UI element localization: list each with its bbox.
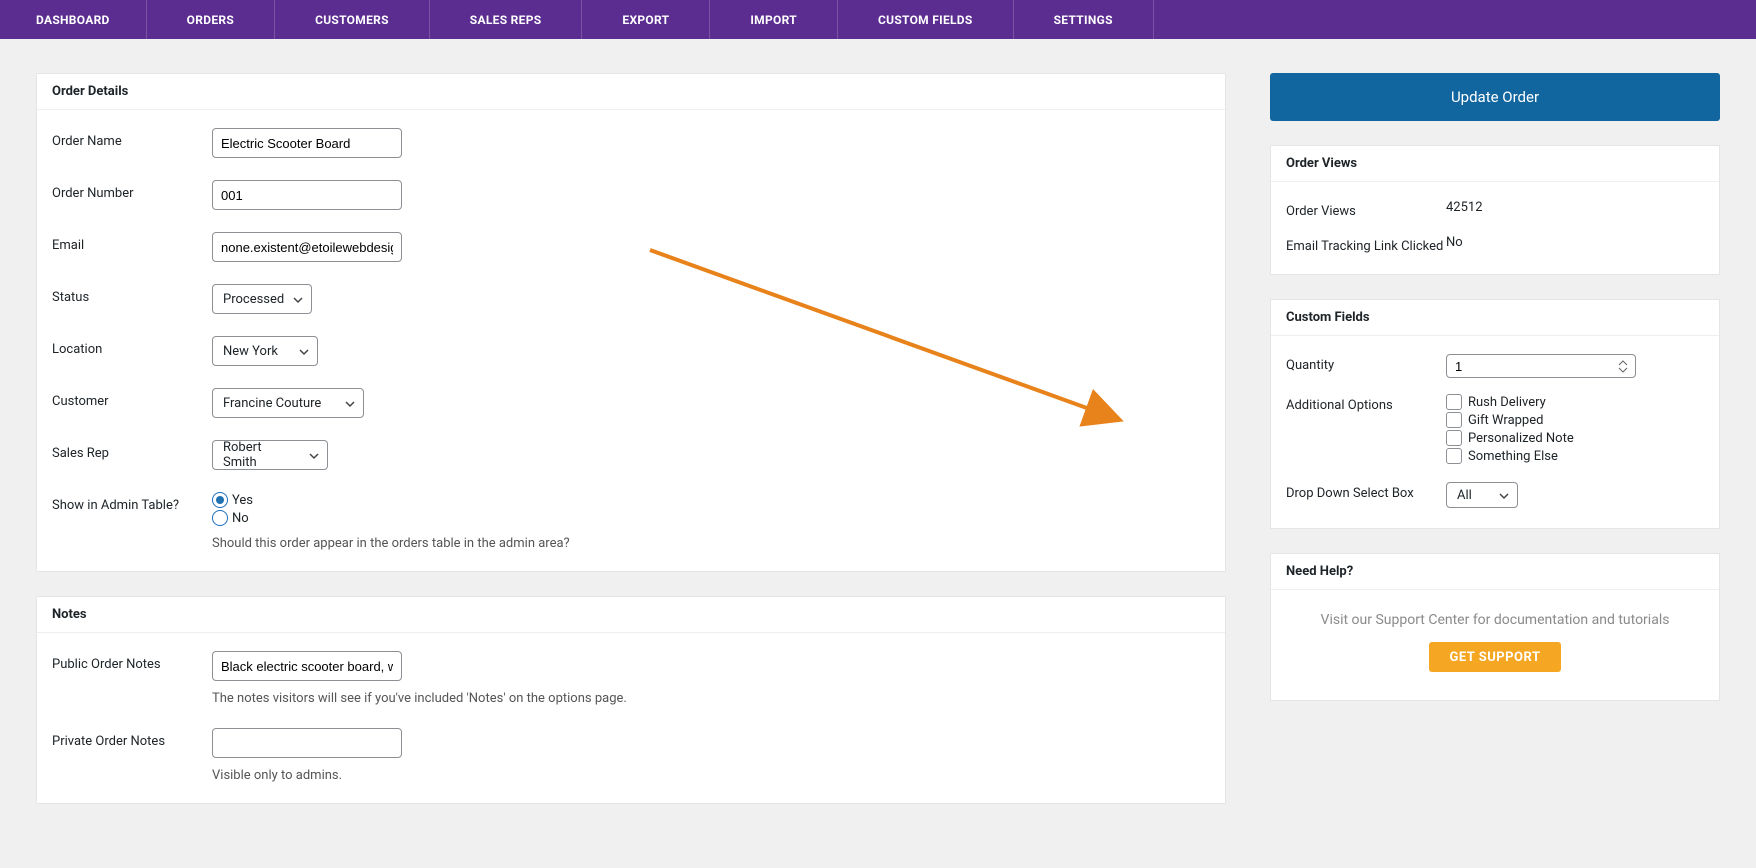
order-number-input[interactable] bbox=[212, 180, 402, 210]
order-views-label: Order Views bbox=[1286, 200, 1446, 219]
main-nav: DASHBOARD ORDERS CUSTOMERS SALES REPS EX… bbox=[0, 0, 1756, 39]
sales-rep-label: Sales Rep bbox=[52, 440, 212, 461]
private-notes-label: Private Order Notes bbox=[52, 728, 212, 749]
email-tracking-label: Email Tracking Link Clicked bbox=[1286, 235, 1446, 254]
status-select-value: Processed bbox=[223, 292, 284, 307]
chevron-down-icon bbox=[309, 450, 319, 460]
order-details-card: Order Details Order Name Order Number Em… bbox=[36, 73, 1226, 572]
email-input[interactable] bbox=[212, 232, 402, 262]
public-notes-input[interactable] bbox=[212, 651, 402, 681]
customer-label: Customer bbox=[52, 388, 212, 409]
checkbox-personalized-note[interactable] bbox=[1446, 430, 1462, 446]
additional-options-label: Additional Options bbox=[1286, 394, 1446, 413]
show-admin-label: Show in Admin Table? bbox=[52, 492, 212, 513]
checkbox-something-else-label: Something Else bbox=[1468, 449, 1558, 464]
location-select[interactable]: New York bbox=[212, 336, 318, 366]
private-notes-helper: Visible only to admins. bbox=[212, 768, 1210, 783]
update-order-button[interactable]: Update Order bbox=[1270, 73, 1720, 121]
nav-custom-fields[interactable]: CUSTOM FIELDS bbox=[838, 0, 1014, 39]
customer-select-value: Francine Couture bbox=[223, 396, 321, 411]
order-number-label: Order Number bbox=[52, 180, 212, 201]
order-views-card: Order Views Order Views 42512 Email Trac… bbox=[1270, 145, 1720, 275]
support-text: Visit our Support Center for documentati… bbox=[1271, 590, 1719, 642]
public-notes-label: Public Order Notes bbox=[52, 651, 212, 672]
order-views-value: 42512 bbox=[1446, 200, 1704, 215]
dropdown-label: Drop Down Select Box bbox=[1286, 482, 1446, 501]
notes-card: Notes Public Order Notes The notes visit… bbox=[36, 596, 1226, 804]
checkbox-gift-wrapped-label: Gift Wrapped bbox=[1468, 413, 1543, 428]
quantity-label: Quantity bbox=[1286, 354, 1446, 373]
nav-orders[interactable]: ORDERS bbox=[147, 0, 275, 39]
nav-import[interactable]: IMPORT bbox=[710, 0, 838, 39]
status-label: Status bbox=[52, 284, 212, 305]
custom-fields-header: Custom Fields bbox=[1271, 300, 1719, 336]
private-notes-input[interactable] bbox=[212, 728, 402, 758]
order-details-header: Order Details bbox=[37, 74, 1225, 110]
chevron-down-icon bbox=[293, 294, 303, 304]
custom-fields-card: Custom Fields Quantity bbox=[1270, 299, 1720, 529]
order-name-label: Order Name bbox=[52, 128, 212, 149]
show-admin-yes-label: Yes bbox=[232, 493, 253, 508]
email-tracking-value: No bbox=[1446, 235, 1704, 250]
nav-settings[interactable]: SETTINGS bbox=[1014, 0, 1154, 39]
quantity-input[interactable] bbox=[1455, 359, 1615, 374]
need-help-card: Need Help? Visit our Support Center for … bbox=[1270, 553, 1720, 701]
show-admin-radio-yes[interactable] bbox=[212, 492, 228, 508]
show-admin-no-label: No bbox=[232, 511, 249, 526]
show-admin-radio-no[interactable] bbox=[212, 510, 228, 526]
nav-customers[interactable]: CUSTOMERS bbox=[275, 0, 430, 39]
need-help-header: Need Help? bbox=[1271, 554, 1719, 590]
sales-rep-select[interactable]: Robert Smith bbox=[212, 440, 328, 470]
sales-rep-select-value: Robert Smith bbox=[223, 440, 297, 470]
chevron-down-icon bbox=[299, 346, 309, 356]
order-views-header: Order Views bbox=[1271, 146, 1719, 182]
dropdown-select[interactable]: All bbox=[1446, 482, 1518, 508]
order-name-input[interactable] bbox=[212, 128, 402, 158]
checkbox-personalized-note-label: Personalized Note bbox=[1468, 431, 1574, 446]
status-select[interactable]: Processed bbox=[212, 284, 312, 314]
nav-export[interactable]: EXPORT bbox=[582, 0, 710, 39]
location-label: Location bbox=[52, 336, 212, 357]
dropdown-select-value: All bbox=[1457, 488, 1472, 503]
email-label: Email bbox=[52, 232, 212, 253]
stepper-arrows-icon bbox=[1618, 357, 1632, 375]
chevron-down-icon bbox=[345, 398, 355, 408]
checkbox-rush-delivery-label: Rush Delivery bbox=[1468, 395, 1546, 410]
chevron-down-icon bbox=[1499, 490, 1509, 500]
location-select-value: New York bbox=[223, 344, 278, 359]
checkbox-rush-delivery[interactable] bbox=[1446, 394, 1462, 410]
notes-header: Notes bbox=[37, 597, 1225, 633]
get-support-button[interactable]: GET SUPPORT bbox=[1429, 642, 1560, 672]
nav-dashboard[interactable]: DASHBOARD bbox=[0, 0, 147, 39]
show-admin-helper: Should this order appear in the orders t… bbox=[212, 536, 1210, 551]
quantity-stepper[interactable] bbox=[1446, 354, 1636, 378]
checkbox-gift-wrapped[interactable] bbox=[1446, 412, 1462, 428]
customer-select[interactable]: Francine Couture bbox=[212, 388, 364, 418]
checkbox-something-else[interactable] bbox=[1446, 448, 1462, 464]
public-notes-helper: The notes visitors will see if you've in… bbox=[212, 691, 1210, 706]
nav-sales-reps[interactable]: SALES REPS bbox=[430, 0, 583, 39]
